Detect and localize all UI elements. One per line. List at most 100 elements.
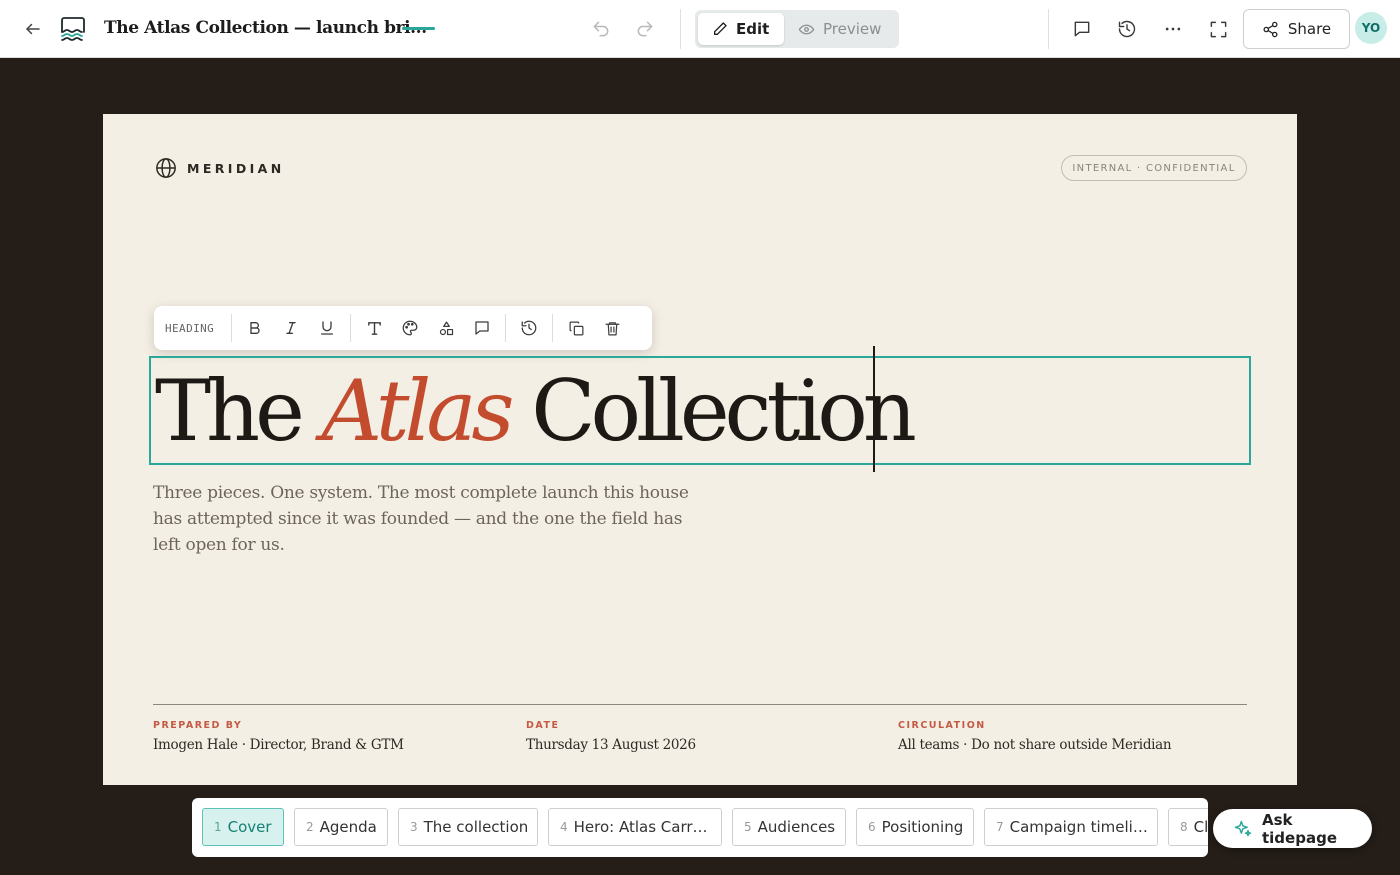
- italic-icon: [283, 320, 299, 336]
- comment-icon: [1072, 19, 1092, 39]
- slide-tab-label: Cover: [227, 818, 272, 836]
- underline-icon: [319, 320, 335, 336]
- meta-label: PREPARED BY: [153, 720, 243, 731]
- add-comment-button[interactable]: [464, 310, 500, 346]
- preview-mode-button[interactable]: Preview: [784, 13, 895, 45]
- meta-circulation: CIRCULATION All teams · Do not share out…: [898, 720, 1172, 753]
- history-button[interactable]: [1112, 14, 1142, 44]
- slide-tab-label: The collection: [423, 818, 529, 836]
- brand-name: MERIDIAN: [187, 160, 285, 176]
- slide-heading[interactable]: The Atlas Collection: [155, 359, 917, 463]
- tidepage-logo-icon: [59, 15, 87, 43]
- ask-ai-label: Ask tidepage: [1262, 810, 1337, 847]
- ask-ai-button[interactable]: Ask tidepage: [1213, 809, 1372, 848]
- share-icon: [1262, 21, 1279, 38]
- history-icon: [520, 319, 538, 337]
- slide-tab-cover[interactable]: 1 Cover: [202, 808, 284, 846]
- history-icon: [1117, 19, 1137, 39]
- heading-accent-word: Atlas: [321, 362, 515, 460]
- color-button[interactable]: [392, 310, 428, 346]
- meta-value[interactable]: All teams · Do not share outside Meridia…: [898, 737, 1172, 753]
- bold-icon: [247, 320, 263, 336]
- bold-button[interactable]: [237, 310, 273, 346]
- saving-indicator: [402, 27, 435, 30]
- element-history-button[interactable]: [511, 310, 547, 346]
- slide-tab-label: Audiences: [757, 818, 836, 836]
- more-horizontal-icon: [1163, 19, 1183, 39]
- meta-label: DATE: [526, 720, 560, 731]
- duplicate-button[interactable]: [558, 310, 594, 346]
- element-type-label: HEADING: [165, 321, 215, 335]
- slide-tab-the-collection[interactable]: 3 The collection: [398, 808, 538, 846]
- slide-number: 6: [868, 820, 876, 834]
- top-bar: The Atlas Collection — launch bri… Edit …: [0, 0, 1400, 58]
- app-logo[interactable]: [57, 12, 89, 46]
- edit-mode-button[interactable]: Edit: [698, 13, 784, 45]
- slide-subtitle[interactable]: Three pieces. One system. The most compl…: [153, 480, 713, 558]
- slide-number: 2: [306, 820, 314, 834]
- pencil-icon: [712, 21, 728, 37]
- edit-mode-label: Edit: [736, 20, 770, 38]
- comments-button[interactable]: [1067, 14, 1097, 44]
- format-divider: [350, 314, 352, 342]
- underline-button[interactable]: [309, 310, 345, 346]
- slide-tab-8[interactable]: 8 Cl: [1168, 808, 1208, 846]
- fullscreen-icon: [1209, 20, 1228, 39]
- undo-button[interactable]: [586, 14, 616, 44]
- trash-icon: [604, 320, 621, 337]
- delete-button[interactable]: [594, 310, 630, 346]
- slide-navigator: 1 Cover 2 Agenda 3 The collection 4 Hero: At…: [192, 798, 1208, 857]
- document-title[interactable]: The Atlas Collection — launch bri…: [104, 16, 427, 40]
- meta-date: DATE Thursday 13 August 2026: [526, 720, 696, 753]
- slide-tab-label: Cl: [1193, 818, 1208, 836]
- globe-icon: [155, 157, 177, 179]
- meta-value[interactable]: Imogen Hale · Director, Brand & GTM: [153, 737, 404, 753]
- meta-prepared-by: PREPARED BY Imogen Hale · Director, Bran…: [153, 720, 404, 753]
- heading-selection-box[interactable]: The Atlas Collection: [149, 356, 1251, 465]
- confidential-badge: INTERNAL · CONFIDENTIAL: [1061, 155, 1247, 181]
- slide-tab-label: Agenda: [319, 818, 377, 836]
- heading-text-part: Collection: [509, 362, 917, 460]
- slide-number: 7: [996, 820, 1004, 834]
- fullscreen-button[interactable]: [1203, 14, 1233, 44]
- slide-tab-positioning[interactable]: 6 Positioning: [856, 808, 974, 846]
- more-options-button[interactable]: [1158, 14, 1188, 44]
- slide-tab-label: Hero: Atlas Carr…: [573, 818, 708, 836]
- share-button[interactable]: Share: [1243, 9, 1350, 49]
- meta-value[interactable]: Thursday 13 August 2026: [526, 737, 696, 753]
- shapes-icon: [438, 320, 455, 337]
- comment-icon: [473, 319, 491, 337]
- slide-number: 8: [1180, 820, 1188, 834]
- slide-number: 5: [744, 820, 752, 834]
- format-divider: [552, 314, 554, 342]
- redo-button[interactable]: [630, 14, 660, 44]
- preview-mode-label: Preview: [823, 20, 882, 38]
- eye-icon: [798, 21, 815, 38]
- italic-button[interactable]: [273, 310, 309, 346]
- sparkles-icon: [1233, 819, 1253, 839]
- format-toolbar: HEADING: [154, 306, 652, 350]
- slide-number: 3: [410, 820, 418, 834]
- format-divider: [231, 314, 233, 342]
- slide-tab-label: Campaign timeli…: [1009, 818, 1148, 836]
- share-label: Share: [1287, 20, 1332, 38]
- slide-tab-agenda[interactable]: 2 Agenda: [294, 808, 388, 846]
- slide-tab-hero-atlas[interactable]: 4 Hero: Atlas Carr…: [548, 808, 722, 846]
- copy-icon: [568, 320, 585, 337]
- mode-switch: Edit Preview: [695, 10, 899, 48]
- slide-number: 1: [214, 820, 222, 834]
- meta-label: CIRCULATION: [898, 720, 986, 731]
- undo-icon: [591, 19, 611, 39]
- toolbar-divider: [1048, 9, 1049, 49]
- shapes-button[interactable]: [428, 310, 464, 346]
- slide-tab-audiences[interactable]: 5 Audiences: [732, 808, 846, 846]
- slide-canvas: MERIDIAN INTERNAL · CONFIDENTIAL HEADING: [103, 114, 1297, 785]
- slide-tab-campaign-timeline[interactable]: 7 Campaign timeli…: [984, 808, 1158, 846]
- redo-icon: [635, 19, 655, 39]
- back-button[interactable]: [18, 14, 48, 44]
- user-avatar[interactable]: YO: [1355, 12, 1387, 44]
- footer-divider: [153, 704, 1247, 705]
- text-style-button[interactable]: [356, 310, 392, 346]
- palette-icon: [401, 319, 419, 337]
- toolbar-divider: [680, 9, 681, 49]
